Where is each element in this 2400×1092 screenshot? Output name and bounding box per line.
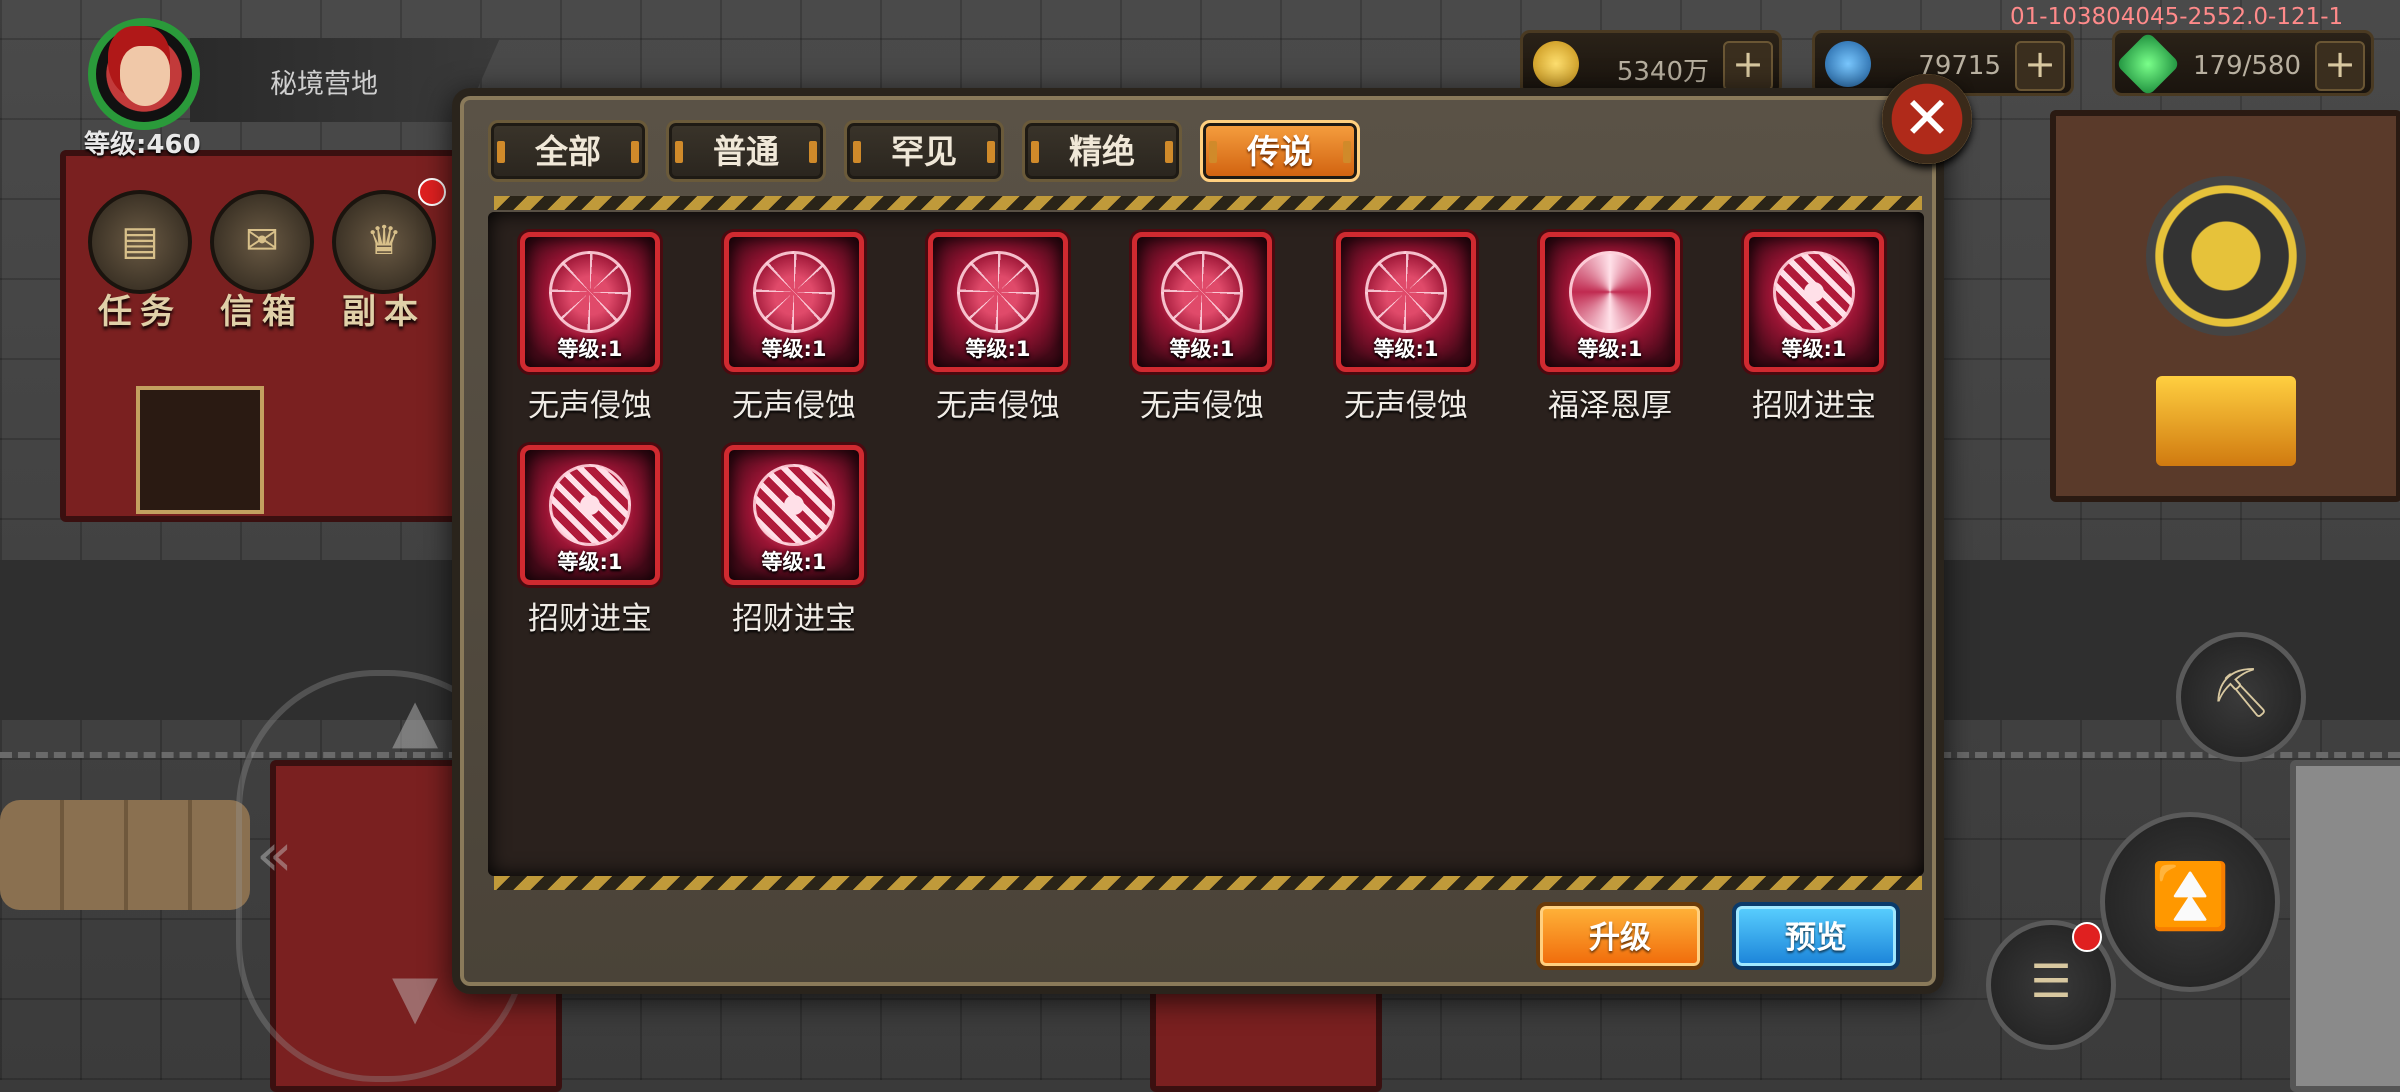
coin-icon (549, 464, 631, 546)
skill-grid: 等级:1 无声侵蚀 等级:1 无声侵蚀 等级:1 无声侵蚀 等级:1 无声侵蚀 … (520, 232, 1884, 638)
hazard-stripe-bottom (494, 876, 1922, 890)
joystick-down-arrow-icon: ▼ (392, 962, 439, 1032)
skill-icon-frame: 等级:1 (724, 445, 864, 585)
skill-card[interactable]: 等级:1 无声侵蚀 (928, 232, 1068, 425)
mailbox-label: 信箱 (220, 292, 304, 332)
player-avatar[interactable] (88, 18, 200, 130)
sandbag-wall (0, 800, 250, 910)
player-name: 秘境营地 (270, 69, 378, 100)
gold-resource: 5340万 + (1520, 30, 1782, 96)
trowel-icon: ⛏ (2210, 665, 2272, 721)
player-level: 等级:460 (84, 130, 201, 160)
tab-epic[interactable]: 精绝 (1022, 120, 1182, 182)
skill-level: 等级:1 (1169, 337, 1235, 361)
dungeon-label: 副本 (342, 292, 426, 332)
skill-name: 无声侵蚀 (1344, 388, 1468, 424)
skill-name: 无声侵蚀 (732, 388, 856, 424)
skill-icon-frame: 等级:1 (1132, 232, 1272, 372)
mailbox-icon: ✉ (210, 190, 314, 294)
reactor-building[interactable] (2050, 110, 2400, 502)
menu-notification-dot (2072, 922, 2102, 952)
quest-label: 任务 (98, 292, 182, 332)
skill-card[interactable]: 等级:1 招财进宝 (724, 445, 864, 638)
skill-name: 无声侵蚀 (1140, 388, 1264, 424)
tab-rare[interactable]: 罕见 (844, 120, 1004, 182)
energy-value: 179/580 (2192, 51, 2301, 81)
skill-level: 等级:1 (761, 337, 827, 361)
spider-web-icon (753, 251, 835, 333)
skill-card[interactable]: 等级:1 招财进宝 (520, 445, 660, 638)
add-energy-button[interactable]: + (2315, 41, 2365, 91)
spider-web-icon (1161, 251, 1243, 333)
rank-button[interactable]: ⏫ (2100, 812, 2280, 992)
skill-level: 等级:1 (1577, 337, 1643, 361)
gold-coin-icon (1533, 41, 1579, 87)
skill-icon-frame: 等级:1 (1744, 232, 1884, 372)
skill-name: 招财进宝 (732, 601, 856, 637)
reactor-glow (2156, 376, 2296, 466)
skill-icon-frame: 等级:1 (520, 445, 660, 585)
skill-name: 招财进宝 (528, 601, 652, 637)
skill-name: 无声侵蚀 (528, 388, 652, 424)
green-gem-icon (2115, 31, 2181, 97)
tab-common[interactable]: 普通 (666, 120, 826, 182)
add-gold-button[interactable]: + (1723, 41, 1773, 91)
skill-card[interactable]: 等级:1 福泽恩厚 (1540, 232, 1680, 425)
mailbox-button[interactable]: ✉ 信箱 (210, 190, 314, 333)
joystick-up-arrow-icon: ▲ (392, 686, 439, 756)
scroll-icon: ▤ (88, 190, 192, 294)
close-icon: ✕ (1902, 84, 1952, 152)
reactor-ring (2146, 176, 2306, 336)
tab-all[interactable]: 全部 (488, 120, 648, 182)
skill-card[interactable]: 等级:1 无声侵蚀 (1336, 232, 1476, 425)
server-id-text: 01-103804045-2552.0-121-1 (2010, 4, 2344, 30)
skill-icon-frame: 等级:1 (928, 232, 1068, 372)
tab-legendary[interactable]: 传说 (1200, 120, 1360, 182)
hazard-stripe-top (494, 196, 1922, 210)
diamond-icon (1825, 41, 1871, 87)
spider-web-icon (549, 251, 631, 333)
coin-icon (1773, 251, 1855, 333)
skill-name: 福泽恩厚 (1548, 388, 1672, 424)
skill-name: 招财进宝 (1752, 388, 1876, 424)
gold-value: 5340万 (1616, 57, 1709, 87)
quest-button[interactable]: ▤ 任务 (88, 190, 192, 333)
coin-icon (753, 464, 835, 546)
side-menu: ▤ 任务 ✉ 信箱 ♛ 副本 (88, 190, 436, 333)
joystick-left-arrow-icon: « (256, 820, 293, 890)
skill-card[interactable]: 等级:1 无声侵蚀 (1132, 232, 1272, 425)
skill-level: 等级:1 (1373, 337, 1439, 361)
spider-web-icon (1365, 251, 1447, 333)
add-diamond-button[interactable]: + (2015, 41, 2065, 91)
dungeon-notification-dot (418, 178, 446, 206)
upgrade-button[interactable]: 升级 (1536, 902, 1704, 970)
avatar-face (120, 46, 170, 106)
close-button[interactable]: ✕ (1882, 74, 1972, 164)
skill-level: 等级:1 (761, 550, 827, 574)
preview-button[interactable]: 预览 (1732, 902, 1900, 970)
dungeon-icon: ♛ (332, 190, 436, 294)
skill-level: 等级:1 (965, 337, 1031, 361)
skill-card[interactable]: 等级:1 无声侵蚀 (520, 232, 660, 425)
skill-icon-frame: 等级:1 (1336, 232, 1476, 372)
build-button[interactable]: ⛏ (2176, 632, 2306, 762)
rarity-tabs: 全部 普通 罕见 精绝 传说 (488, 120, 1360, 182)
skill-icon-frame: 等级:1 (724, 232, 864, 372)
skill-card[interactable]: 等级:1 招财进宝 (1744, 232, 1884, 425)
skill-level: 等级:1 (1781, 337, 1847, 361)
skill-icon-frame: 等级:1 (520, 232, 660, 372)
skill-icon-frame: 等级:1 (1540, 232, 1680, 372)
skill-name: 无声侵蚀 (936, 388, 1060, 424)
skill-level: 等级:1 (557, 337, 623, 361)
skill-level: 等级:1 (557, 550, 623, 574)
shop-door (136, 386, 264, 514)
energy-resource: 179/580 + (2112, 30, 2374, 97)
spider-web-icon (957, 251, 1039, 333)
swirl-icon (1569, 251, 1651, 333)
grey-building-right (2290, 760, 2400, 1092)
list-icon: ☰ (2030, 954, 2072, 1008)
dungeon-button[interactable]: ♛ 副本 (332, 190, 436, 333)
chevron-up-icon: ⏫ (2150, 860, 2230, 934)
skill-card[interactable]: 等级:1 无声侵蚀 (724, 232, 864, 425)
